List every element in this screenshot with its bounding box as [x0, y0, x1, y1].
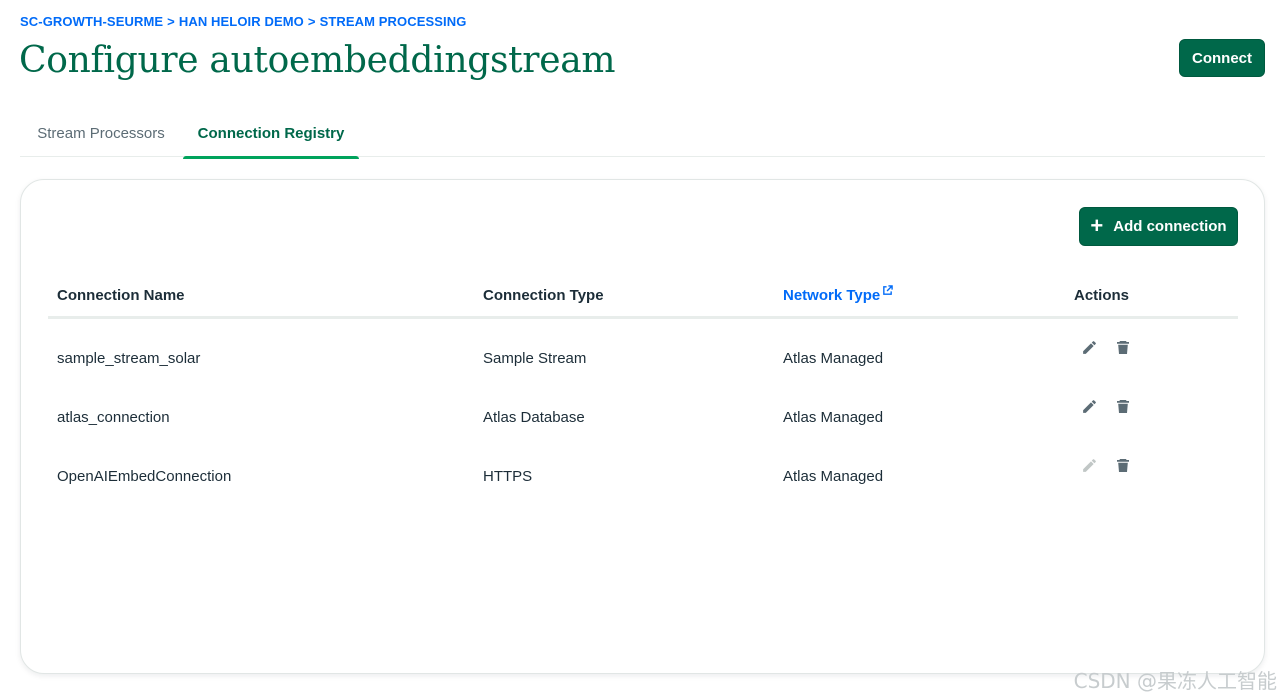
pencil-icon[interactable] [1079, 396, 1099, 416]
tab-bar: Stream Processors Connection Registry [20, 110, 1265, 159]
row-actions [1079, 337, 1133, 357]
cell-network-type: Atlas Managed [783, 468, 884, 485]
page-title: Configure autoembeddingstream [19, 40, 616, 81]
trash-icon[interactable] [1113, 396, 1133, 416]
cell-connection-type: Sample Stream [483, 350, 587, 367]
row-actions [1079, 455, 1133, 475]
cell-connection-name: sample_stream_solar [57, 350, 201, 367]
table-row: sample_stream_solar Sample Stream Atlas … [48, 319, 1238, 378]
cell-connection-type: HTTPS [483, 468, 533, 485]
cell-connection-name: OpenAIEmbedConnection [57, 468, 232, 485]
watermark: CSDN @果冻人工智能 [1073, 669, 1277, 693]
column-header-network-type[interactable]: Network Type [783, 285, 894, 304]
breadcrumb-separator: > [167, 14, 175, 29]
pencil-icon [1079, 455, 1099, 475]
table-header: Connection Name Connection Type Network … [48, 276, 1238, 319]
breadcrumb-separator: > [307, 14, 316, 29]
breadcrumb-section-link[interactable]: STREAM PROCESSING [320, 14, 467, 29]
table-row: atlas_connection Atlas Database Atlas Ma… [48, 378, 1238, 437]
breadcrumb-org-link[interactable]: SC-GROWTH-SEURME [20, 14, 163, 29]
tab-connection-registry[interactable]: Connection Registry [183, 110, 359, 159]
cell-connection-name: atlas_connection [57, 409, 170, 426]
column-header-connection-name: Connection Name [57, 287, 185, 304]
trash-icon[interactable] [1113, 337, 1133, 357]
tab-stream-processors[interactable]: Stream Processors [20, 110, 182, 157]
cell-network-type: Atlas Managed [783, 409, 884, 426]
plus-icon: + [1090, 212, 1104, 238]
connection-registry-card: + Add connection Connection Name Connect… [20, 179, 1265, 674]
connections-table: Connection Name Connection Type Network … [48, 276, 1238, 496]
column-header-connection-type: Connection Type [483, 287, 604, 304]
breadcrumb-project-link[interactable]: HAN HELOIR DEMO [179, 14, 304, 29]
add-connection-label: Add connection [1113, 218, 1227, 235]
network-type-label: Network Type [783, 287, 881, 304]
trash-icon[interactable] [1113, 455, 1133, 475]
breadcrumb: SC-GROWTH-SEURME > HAN HELOIR DEMO > STR… [20, 14, 466, 29]
row-actions [1079, 396, 1133, 416]
cell-network-type: Atlas Managed [783, 350, 884, 367]
connect-button[interactable]: Connect [1179, 39, 1265, 77]
add-connection-button[interactable]: + Add connection [1079, 207, 1238, 246]
table-body: sample_stream_solar Sample Stream Atlas … [48, 319, 1238, 496]
external-link-icon [883, 285, 894, 295]
pencil-icon[interactable] [1079, 337, 1099, 357]
page: SC-GROWTH-SEURME > HAN HELOIR DEMO > STR… [0, 0, 1281, 700]
column-header-actions: Actions [1074, 287, 1130, 304]
cell-connection-type: Atlas Database [483, 409, 585, 426]
table-row: OpenAIEmbedConnection HTTPS Atlas Manage… [48, 437, 1238, 496]
